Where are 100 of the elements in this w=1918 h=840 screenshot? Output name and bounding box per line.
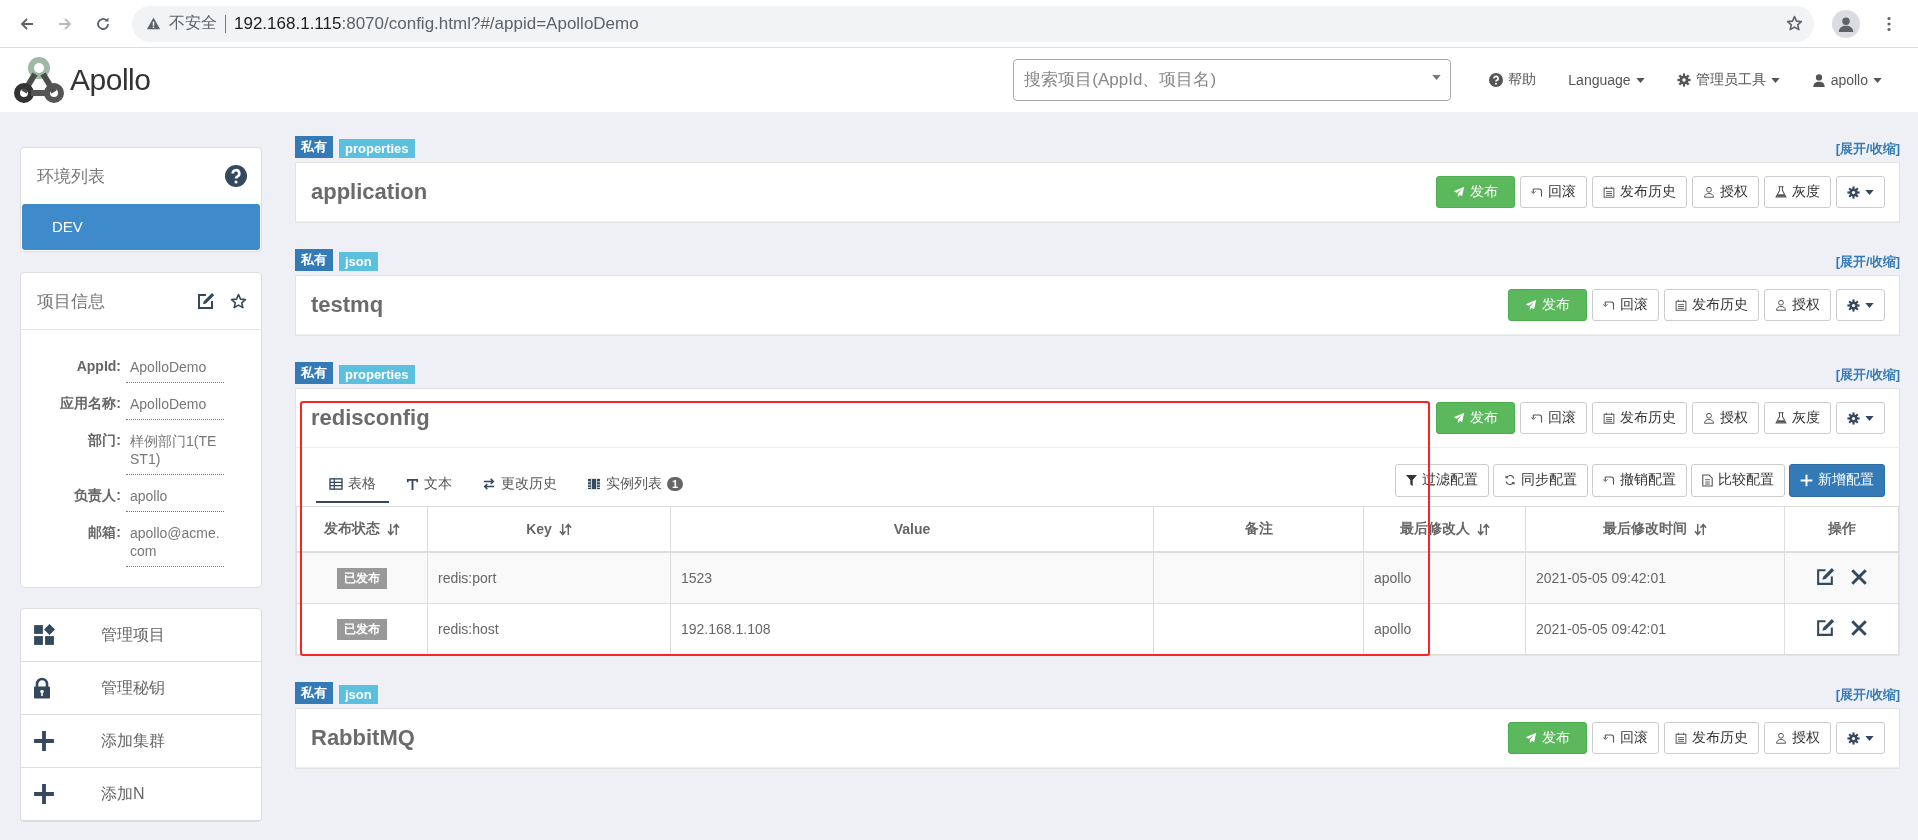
toolbar-button[interactable]: 授权: [1764, 722, 1831, 754]
toolbar-button[interactable]: 回滚: [1592, 722, 1659, 754]
field-label: AppId:: [75, 357, 121, 376]
nav-link[interactable]: apollo: [1795, 72, 1898, 88]
edit-button[interactable]: [196, 291, 216, 311]
text-icon: [406, 477, 419, 491]
caret-icon: [1865, 415, 1874, 421]
more-icon: [1887, 15, 1891, 32]
status-badge: 已发布: [337, 618, 387, 640]
count-badge: 1: [667, 477, 684, 491]
lock-icon: [33, 677, 51, 699]
view-tab[interactable]: 文本: [393, 465, 465, 503]
url-text: 192.168.1.115:8070/config.html?#/appid=ApolloDemo: [234, 13, 639, 34]
environment-item[interactable]: DEV: [22, 204, 260, 250]
user-icon: [1775, 732, 1787, 744]
sidebar-action[interactable]: 管理项目: [21, 609, 261, 662]
calendar-icon: [1603, 412, 1615, 424]
edit-button[interactable]: [1815, 617, 1836, 638]
settings-dropdown[interactable]: [1836, 176, 1885, 208]
toolbar-button[interactable]: 发布历史: [1664, 289, 1759, 321]
profile-icon[interactable]: [1832, 9, 1860, 38]
flask-icon: [1775, 412, 1787, 424]
filter-icon: [1406, 474, 1417, 486]
toolbar-button[interactable]: 发布历史: [1592, 402, 1687, 434]
card-title: 项目信息: [37, 290, 105, 313]
namespace-title: RabbitMQ: [311, 725, 415, 751]
toolbar-button[interactable]: 比较配置: [1691, 463, 1785, 497]
toolbar-button[interactable]: 发布历史: [1664, 722, 1759, 754]
view-tab[interactable]: 更改历史: [469, 465, 570, 503]
namespace-title: application: [311, 179, 428, 205]
sidebar-action[interactable]: 管理秘钥: [21, 662, 261, 715]
logo-text: Apollo: [70, 63, 151, 97]
field-value: apollo@acme.com: [126, 518, 224, 567]
star-icon: [1785, 15, 1803, 32]
expand-collapse-link[interactable]: [展开/收缩]: [1835, 253, 1900, 271]
expand-collapse-link[interactable]: [展开/收缩]: [1835, 140, 1900, 158]
toolbar-button[interactable]: 发布历史: [1592, 176, 1687, 208]
flask-icon: [1775, 186, 1787, 198]
nav-link[interactable]: 帮助: [1473, 71, 1553, 89]
edit-icon: [1815, 617, 1836, 638]
delete-button[interactable]: [1850, 618, 1868, 637]
field-value: ApolloDemo: [126, 389, 224, 420]
nav-link[interactable]: 管理员工具: [1660, 71, 1796, 89]
toolbar-button[interactable]: 撤销配置: [1592, 463, 1687, 497]
help-icon: [225, 165, 247, 187]
view-tab[interactable]: 表格: [316, 465, 389, 503]
toolbar-button[interactable]: 授权: [1764, 289, 1831, 321]
nav-link[interactable]: Language: [1552, 72, 1661, 88]
card-title: 环境列表: [37, 165, 105, 188]
user-icon: [1703, 412, 1715, 424]
toolbar-button[interactable]: 回滚: [1520, 176, 1587, 208]
logo-icon: [14, 55, 64, 105]
gear-icon: [1847, 411, 1860, 425]
undo-icon: [1531, 186, 1543, 198]
gear-icon: [1847, 185, 1860, 199]
favorite-button[interactable]: [230, 292, 247, 310]
field-label: 邮箱:: [87, 523, 121, 542]
table-cell: 1523: [670, 552, 1154, 604]
namespace-tag: json: [339, 685, 378, 704]
sidebar-action[interactable]: 添加N: [21, 768, 261, 821]
toolbar-button[interactable]: 授权: [1692, 402, 1759, 434]
sync-icon: [1504, 474, 1516, 486]
edit-button[interactable]: [1815, 566, 1836, 587]
toolbar-button[interactable]: 回滚: [1592, 289, 1659, 321]
namespace-tag: 私有: [295, 362, 333, 384]
field-label: 应用名称:: [59, 394, 121, 413]
toolbar-button[interactable]: 授权: [1692, 176, 1759, 208]
toolbar-button[interactable]: 回滚: [1520, 402, 1587, 434]
grid-icon: [33, 624, 55, 646]
sidebar-action[interactable]: 添加集群: [21, 715, 261, 768]
table-cell: 2021-05-05 09:42:01: [1525, 603, 1785, 655]
settings-dropdown[interactable]: [1836, 402, 1885, 434]
plus-icon: [33, 730, 55, 752]
warning-icon: [146, 16, 161, 31]
expand-collapse-link[interactable]: [展开/收缩]: [1835, 686, 1900, 704]
table-icon: [329, 478, 343, 490]
address-bar[interactable]: 不安全 192.168.1.115:8070/config.html?#/appid=ApolloDemo: [132, 5, 1814, 42]
view-tab[interactable]: 实例列表 1: [574, 465, 697, 503]
paper-plane-icon: [1525, 732, 1537, 744]
search-field[interactable]: 搜索项目(AppId、项目名): [1013, 59, 1452, 101]
settings-dropdown[interactable]: [1836, 289, 1885, 321]
toolbar-button[interactable]: 灰度: [1764, 176, 1831, 208]
back-arrow-icon: [19, 15, 35, 32]
close-icon: [1850, 618, 1868, 637]
user-icon: [1703, 186, 1715, 198]
toolbar-button[interactable]: 同步配置: [1493, 463, 1588, 497]
help-icon: [1489, 73, 1504, 87]
delete-button[interactable]: [1850, 567, 1868, 586]
reload-icon: [95, 15, 111, 32]
namespace-tag: json: [339, 252, 378, 271]
undo-icon: [1531, 412, 1543, 424]
add-config-button[interactable]: 新增配置: [1789, 463, 1885, 497]
paper-plane-icon: [1453, 186, 1465, 198]
swap-icon: [482, 478, 496, 490]
toolbar-button[interactable]: 灰度: [1764, 402, 1831, 434]
settings-dropdown[interactable]: [1836, 722, 1885, 754]
namespace-tag: properties: [339, 365, 415, 384]
field-value: ApolloDemo: [126, 352, 224, 383]
expand-collapse-link[interactable]: [展开/收缩]: [1835, 366, 1900, 384]
user-icon: [1811, 73, 1826, 87]
